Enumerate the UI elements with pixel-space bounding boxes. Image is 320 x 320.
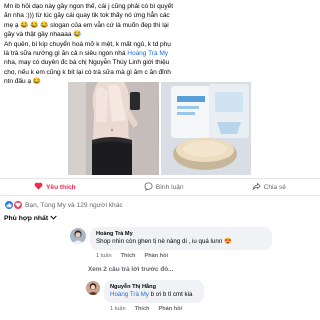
post-line: gầy và thật gầy nhaaaa 😂 [4, 31, 82, 39]
avatar-photo-icon [86, 281, 100, 295]
avatar[interactable] [70, 228, 86, 244]
comment-bubble: Hoàng Trà My Shop nhìn còn ghen tị nè nà… [90, 227, 272, 250]
share-label: Chia sẻ [263, 183, 286, 191]
post-line: Mn ib hỏi dạo này gầy ngon thế, cái j cũ… [4, 3, 173, 10]
heart-icon [34, 182, 43, 192]
reply-like-button[interactable]: Thích [135, 306, 150, 312]
comment-button[interactable]: Bình luận [144, 181, 184, 193]
comment-actions: 1 tuần Thích Phản hồi [96, 253, 168, 259]
post-line: cho, nếu k em cũng k bít lại có trà sữa … [4, 68, 171, 76]
post-photo-selfie[interactable] [68, 82, 159, 175]
post-text: Mn ib hỏi dạo này gầy ngon thế, cái j cũ… [4, 2, 316, 87]
love-reaction-icon [13, 200, 23, 210]
view-previous-replies-link[interactable]: Xem 2 câu trả lời trước đó... [88, 266, 173, 273]
comment-icon [144, 181, 153, 193]
reply-mention-link[interactable]: Hoàng Trà My [110, 291, 149, 298]
love-reaction-button[interactable]: Yêu thích [34, 182, 76, 192]
post-photo-product[interactable] [160, 82, 251, 175]
avatar[interactable] [86, 281, 100, 295]
reply-bubble: Nguyễn Thị Hằng Hoàng Trà My b ơi b tl c… [104, 280, 204, 303]
share-icon [252, 182, 261, 193]
comment-time: 1 tuần [96, 253, 112, 259]
post-line: nha, may có duyên đc bà chị Nguyễn Thùy … [4, 59, 170, 67]
reaction-summary[interactable]: Bạn, Tùng My và 129 người khác [4, 199, 123, 211]
reply-time: 1 tuần [110, 306, 126, 312]
post-photos[interactable] [68, 82, 251, 175]
comment-like-button[interactable]: Thích [121, 253, 136, 259]
selfie-illustration [68, 82, 158, 175]
chevron-down-icon [50, 215, 57, 222]
love-reaction-label: Yêu thích [46, 183, 76, 191]
share-button[interactable]: Chia sẻ [252, 182, 286, 193]
avatar-photo-icon [70, 228, 86, 244]
reaction-count-text: Bạn, Tùng My và 129 người khác [25, 201, 123, 209]
comment-label: Bình luận [155, 183, 184, 191]
post-line: là trà sữa nướng gì ăn cả n siêu ngon nh… [4, 49, 316, 58]
reply-reply-button[interactable]: Phản hồi [158, 306, 182, 312]
sort-label: Phù hợp nhất [4, 215, 49, 222]
comment-text: Shop nhìn còn ghen tị nè nàng di , iu qu… [96, 238, 232, 246]
comment-sort-dropdown[interactable]: Phù hợp nhất [4, 215, 57, 222]
reply-text: b ơi b tl cmt kia [148, 291, 193, 299]
comment-reply-button[interactable]: Phản hồi [144, 253, 168, 259]
reply-actions: 1 tuần Thích Phản hồi [110, 306, 182, 312]
post-line: Ah quên, bí kíp chuyển hoá mỡ k mệt, k m… [4, 40, 171, 48]
post-line: mẹ ạ 😂 😂 😂 slogan của em vẫn cứ là muốn … [4, 21, 169, 29]
reply-author[interactable]: Nguyễn Thị Hằng [110, 283, 198, 291]
post-line-text: là trà sữa nướng gì ăn cả n siêu ngon nh… [4, 50, 128, 58]
post-action-bar: Yêu thích Bình luận Chia sẻ [0, 178, 320, 196]
post-line: ăn nha :))) từ lúc gầy cái quay tik tok … [4, 12, 170, 20]
post-mention-link[interactable]: Hoàng Trà My [127, 50, 168, 57]
product-illustration [160, 82, 251, 175]
